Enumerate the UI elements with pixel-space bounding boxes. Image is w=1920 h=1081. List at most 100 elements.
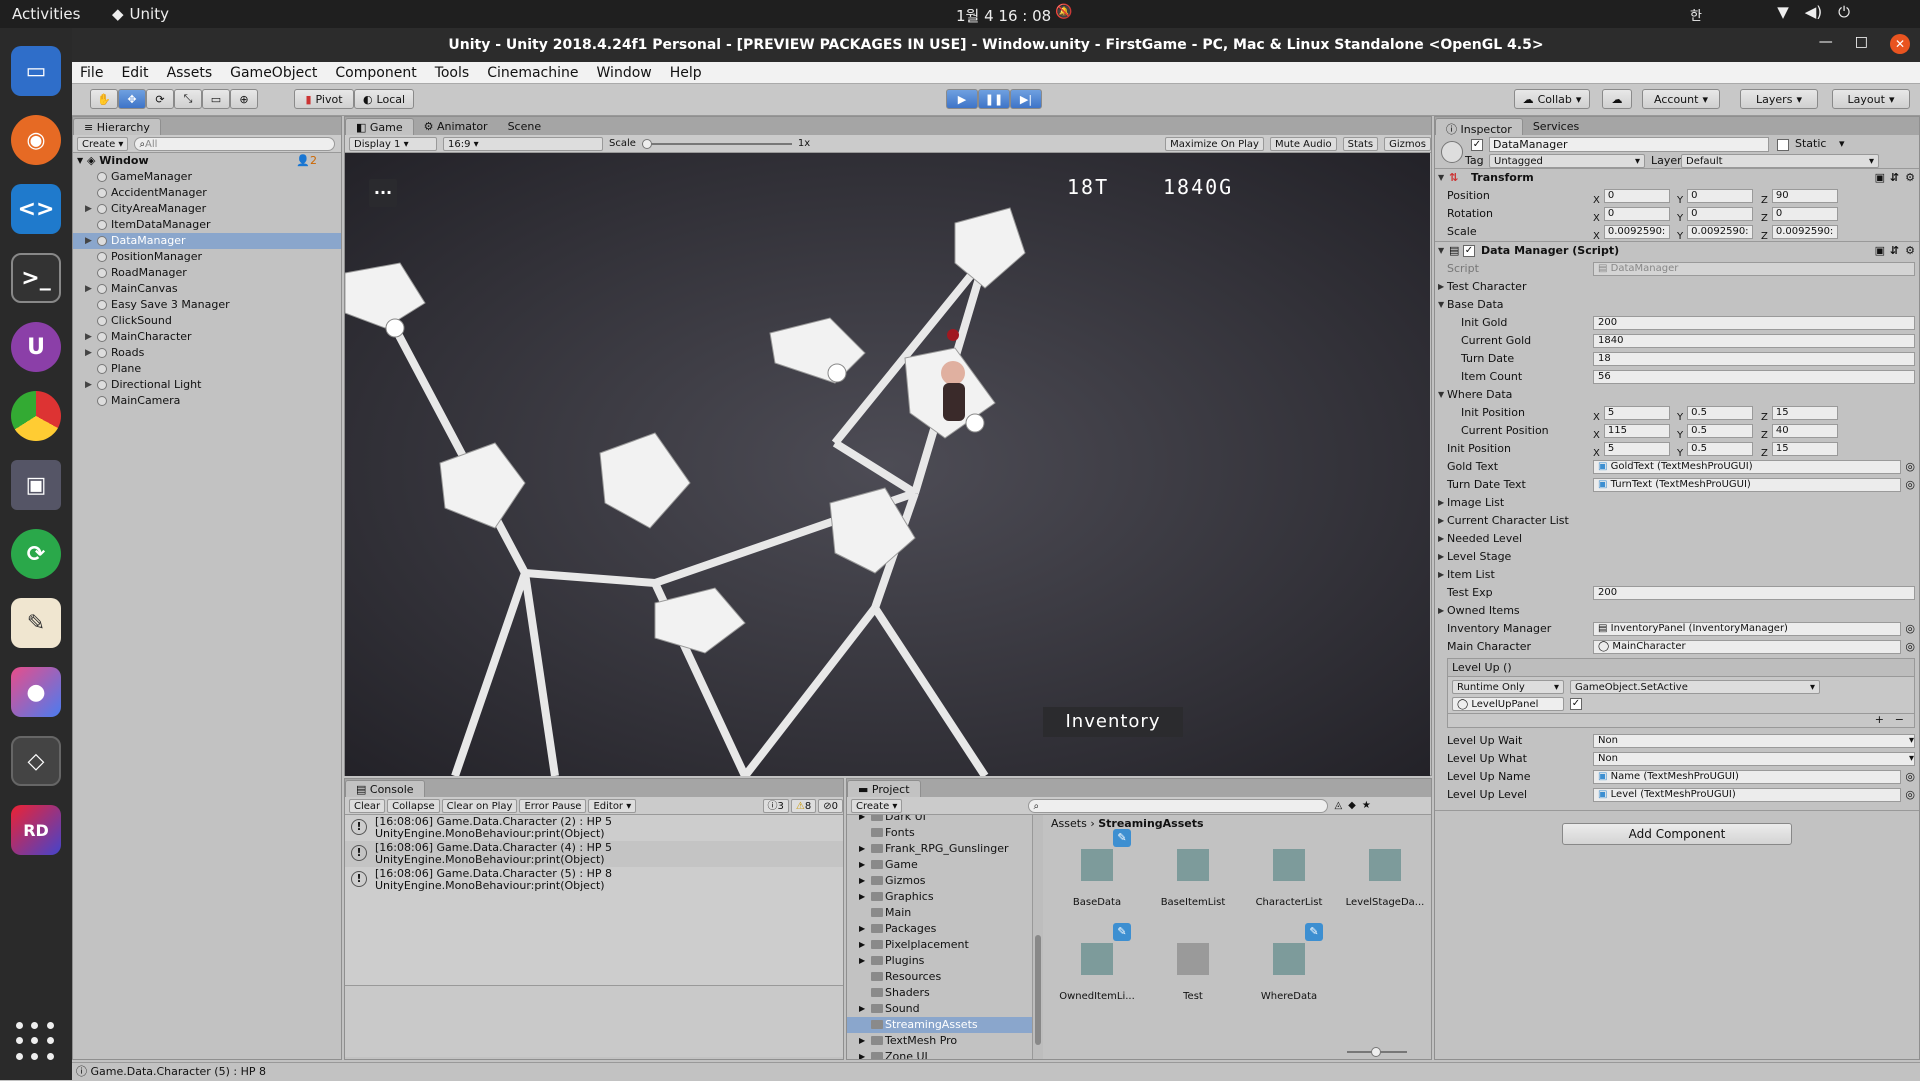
- clock[interactable]: 1월 4 16 : 08: [956, 5, 1051, 26]
- console-error-pause-toggle[interactable]: Error Pause: [519, 798, 587, 813]
- fold-arrow-icon[interactable]: ▶: [1438, 530, 1444, 548]
- breadcrumb-root[interactable]: Assets: [1051, 817, 1087, 830]
- fold-arrow-icon[interactable]: ▶: [1438, 512, 1444, 530]
- console-error-filter[interactable]: ⊘0: [818, 798, 843, 813]
- project-folder[interactable]: ▶ Dark UI: [847, 815, 1032, 825]
- project-folder[interactable]: Resources: [847, 969, 1032, 985]
- asset-item[interactable]: CharacterList: [1249, 849, 1329, 908]
- main-character-field[interactable]: ◯ MainCharacter: [1593, 640, 1901, 654]
- hand-tool-button[interactable]: ✋: [90, 89, 118, 109]
- init-position-y-field[interactable]: 0.5: [1687, 442, 1754, 456]
- account-dropdown[interactable]: Account ▾: [1642, 89, 1720, 109]
- rotation-z-field[interactable]: 0: [1771, 207, 1838, 221]
- expand-arrow-icon[interactable]: ▶: [859, 953, 865, 969]
- hierarchy-item[interactable]: ▶ Roads: [73, 345, 341, 361]
- breadcrumb-current[interactable]: StreamingAssets: [1098, 817, 1203, 830]
- console-entry[interactable]: ! [16:08:06] Game.Data.Character (4) : HP…: [345, 841, 843, 867]
- asset-item[interactable]: ✎ OwnedItemLi...: [1057, 923, 1137, 1002]
- remove-listener-icon[interactable]: −: [1895, 713, 1904, 726]
- game-viewport[interactable]: ... 18T 1840G Inventory: [345, 153, 1430, 776]
- files-icon[interactable]: ▭: [11, 46, 61, 96]
- active-checkbox[interactable]: ✓: [1471, 139, 1483, 151]
- expand-arrow-icon[interactable]: ▶: [85, 377, 92, 393]
- menu-gameobject[interactable]: GameObject: [230, 65, 317, 81]
- asset-item[interactable]: ✎ WhereData: [1249, 923, 1329, 1002]
- console-clear-on-play-toggle[interactable]: Clear on Play: [441, 798, 518, 813]
- turn-date-text-field[interactable]: ▣ TurnText (TextMeshProUGUI): [1593, 478, 1901, 492]
- asset-item[interactable]: BaseItemList: [1153, 849, 1233, 908]
- hierarchy-item[interactable]: MainCamera: [73, 393, 341, 409]
- where-init-z-field[interactable]: 15: [1771, 406, 1838, 420]
- level-up-level-field[interactable]: ▣ Level (TextMeshProUGUI): [1593, 788, 1901, 802]
- hierarchy-item[interactable]: ▶ MainCharacter: [73, 329, 341, 345]
- vscode-icon[interactable]: <>: [11, 184, 61, 234]
- eye-icon[interactable]: [827, 363, 847, 383]
- tab-services[interactable]: Services: [1523, 118, 1589, 135]
- turn-date-field[interactable]: 18: [1593, 352, 1915, 366]
- filter-label-icon[interactable]: ◆: [1348, 800, 1356, 811]
- where-data-row[interactable]: ▼ Where Data: [1435, 386, 1919, 404]
- mute-audio-toggle[interactable]: Mute Audio: [1269, 136, 1337, 151]
- aspect-dropdown[interactable]: 16:9 ▾: [443, 136, 603, 151]
- item-list-row[interactable]: ▶ Item List: [1435, 566, 1919, 584]
- stats-toggle[interactable]: Stats: [1342, 136, 1379, 151]
- cloud-button[interactable]: ☁: [1602, 89, 1632, 109]
- position-y-field[interactable]: 0: [1687, 189, 1754, 203]
- preset-icon[interactable]: ⇵: [1890, 242, 1899, 260]
- project-folder[interactable]: ▶ Sound: [847, 1001, 1032, 1017]
- updater-icon[interactable]: ⟳: [11, 529, 61, 579]
- scale-slider[interactable]: [641, 138, 792, 149]
- minimize-icon[interactable]: —: [1819, 34, 1833, 54]
- tag-dropdown[interactable]: Untagged ▾: [1489, 154, 1645, 168]
- console-warning-filter[interactable]: ⚠8: [790, 798, 817, 813]
- fold-arrow-icon[interactable]: ▶: [1438, 494, 1444, 512]
- project-folder[interactable]: ▶ Gizmos: [847, 873, 1032, 889]
- fold-arrow-icon[interactable]: ▶: [1438, 548, 1444, 566]
- hierarchy-item[interactable]: Easy Save 3 Manager: [73, 297, 341, 313]
- event-runtime-dropdown[interactable]: Runtime Only ▾: [1452, 680, 1564, 694]
- menu-cinemachine[interactable]: Cinemachine: [487, 65, 578, 81]
- project-folder[interactable]: ▶ Zone UI: [847, 1049, 1032, 1059]
- help-icon[interactable]: ▣: [1875, 169, 1885, 187]
- app-grid-icon[interactable]: [16, 1022, 56, 1062]
- asset-item[interactable]: LevelStageDa...: [1345, 849, 1425, 908]
- project-folder[interactable]: ▶ Packages: [847, 921, 1032, 937]
- transform-tool-button[interactable]: ⊕: [230, 89, 258, 109]
- where-current-y-field[interactable]: 0.5: [1687, 424, 1754, 438]
- fold-arrow-icon[interactable]: ▼: [1438, 386, 1444, 404]
- position-x-field[interactable]: 0: [1603, 189, 1670, 203]
- console-entry[interactable]: ! [16:08:06] Game.Data.Character (5) : HP…: [345, 867, 843, 893]
- event-target-field[interactable]: ◯ LevelUpPanel: [1452, 697, 1564, 711]
- level-up-wait-field[interactable]: Non ▾: [1593, 734, 1915, 748]
- local-toggle[interactable]: ◐ Local: [354, 89, 414, 109]
- gold-text-field[interactable]: ▣ GoldText (TextMeshProUGUI): [1593, 460, 1901, 474]
- image-list-row[interactable]: ▶ Image List: [1435, 494, 1919, 512]
- project-folder[interactable]: ▶ TextMesh Pro: [847, 1033, 1032, 1049]
- menu-assets[interactable]: Assets: [167, 65, 213, 81]
- project-folder[interactable]: StreamingAssets: [847, 1017, 1032, 1033]
- gear-icon[interactable]: ⚙: [1905, 242, 1915, 260]
- filter-type-icon[interactable]: ◬: [1334, 800, 1342, 811]
- rect-tool-button[interactable]: ▭: [202, 89, 230, 109]
- inventory-manager-field[interactable]: ▤ InventoryPanel (InventoryManager): [1593, 622, 1901, 636]
- script-enabled-checkbox[interactable]: ✓: [1463, 245, 1475, 257]
- pause-button[interactable]: ❚❚: [978, 89, 1010, 109]
- level-stage-row[interactable]: ▶ Level Stage: [1435, 548, 1919, 566]
- object-picker-icon[interactable]: ◎: [1905, 458, 1915, 476]
- menu-file[interactable]: File: [80, 65, 103, 81]
- system-tray[interactable]: ▼ ◀) ⏻: [1777, 3, 1850, 21]
- asset-item[interactable]: ✎ BaseData: [1057, 829, 1137, 908]
- init-gold-field[interactable]: 200: [1593, 316, 1915, 330]
- scene-root[interactable]: ▼ ◈ Window 👤2: [73, 153, 341, 169]
- asset-size-slider[interactable]: [1347, 1047, 1407, 1057]
- expand-arrow-icon[interactable]: ▶: [859, 873, 865, 889]
- expand-arrow-icon[interactable]: ▶: [85, 201, 92, 217]
- expand-arrow-icon[interactable]: ▶: [859, 889, 865, 905]
- scale-tool-button[interactable]: ⤡: [174, 89, 202, 109]
- console-info-filter[interactable]: ⓘ3: [762, 798, 789, 813]
- expand-arrow-icon[interactable]: ▶: [859, 841, 865, 857]
- rotate-tool-button[interactable]: ⟳: [146, 89, 174, 109]
- scale-slider-thumb[interactable]: [641, 138, 652, 149]
- expand-arrow-icon[interactable]: ▶: [859, 857, 865, 873]
- expand-arrow-icon[interactable]: ▶: [85, 329, 92, 345]
